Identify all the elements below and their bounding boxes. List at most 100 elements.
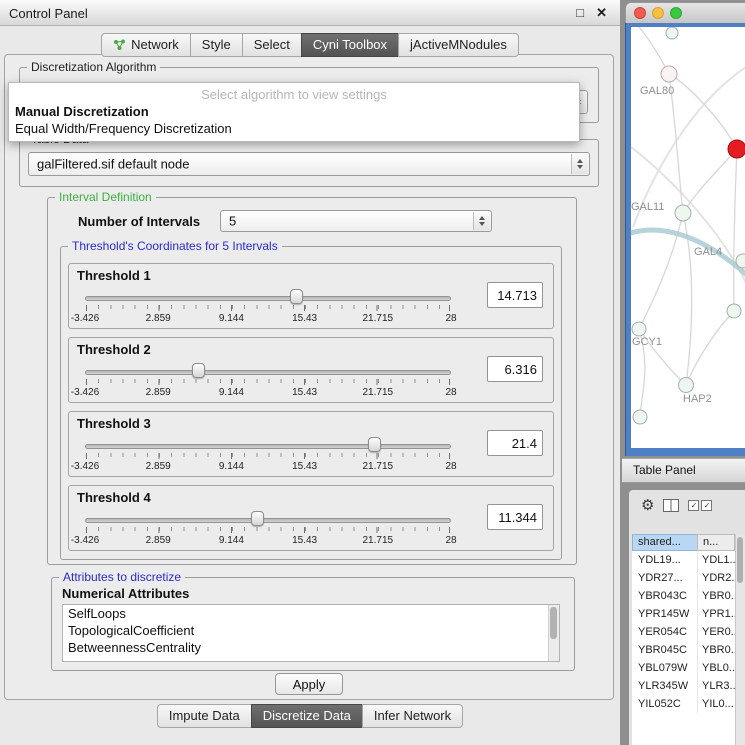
tab-cyni-toolbox[interactable]: Cyni Toolbox xyxy=(301,33,399,57)
table-cell[interactable]: YDL19... xyxy=(632,551,698,569)
network-node[interactable] xyxy=(679,378,694,393)
zoom-traffic-light[interactable] xyxy=(670,7,682,19)
threshold-4-slider[interactable]: -3.426 2.859 9.144 15.43 21.715 28 xyxy=(85,510,451,550)
gear-icon[interactable]: ⚙ xyxy=(641,498,654,513)
threshold-value-field[interactable]: 21.4 xyxy=(487,430,543,456)
table-cell[interactable]: YBL0... xyxy=(698,659,735,677)
table-cell[interactable]: YPR145W xyxy=(632,605,698,623)
table-scrollbar[interactable] xyxy=(735,534,745,745)
network-node[interactable] xyxy=(632,322,646,336)
scrollbar-thumb[interactable] xyxy=(550,607,557,639)
slider-thumb[interactable] xyxy=(251,511,264,526)
threshold-label: Threshold 2 xyxy=(77,342,151,357)
table-panel-window: ⚙ ✓ ✓ shared... n... YDL19... YDL1... YD… xyxy=(628,489,745,745)
threshold-value-field[interactable]: 14.713 xyxy=(487,282,543,308)
table-row[interactable]: YLR345W YLR3... xyxy=(632,677,735,695)
threshold-value-field[interactable]: 6.316 xyxy=(487,356,543,382)
list-scrollbar[interactable] xyxy=(548,605,559,661)
close-traffic-light[interactable] xyxy=(634,7,646,19)
table-panel-title: Table Panel xyxy=(622,459,696,482)
table-row[interactable]: YBR043C YBR0... xyxy=(632,587,735,605)
column-header-shared-name[interactable]: shared... xyxy=(632,534,698,551)
close-icon[interactable]: ✕ xyxy=(596,5,607,21)
threshold-1-slider[interactable]: -3.426 2.859 9.144 15.43 21.715 28 xyxy=(85,288,451,328)
column-header-name[interactable]: n... xyxy=(697,534,735,551)
table-cell[interactable]: YER0... xyxy=(698,623,735,641)
threshold-value-field[interactable]: 11.344 xyxy=(487,504,543,530)
tab-select[interactable]: Select xyxy=(242,33,302,57)
minimize-traffic-light[interactable] xyxy=(652,7,664,19)
table-cell[interactable]: YIL052C xyxy=(632,695,698,713)
slider-thumb[interactable] xyxy=(290,289,303,304)
table-row[interactable]: YBR045C YBR0... xyxy=(632,641,735,659)
number-of-intervals-select[interactable]: 5 xyxy=(220,210,492,232)
table-data-select[interactable]: galFiltered.sif default node xyxy=(28,152,590,176)
table-cell[interactable]: YBL079W xyxy=(632,659,698,677)
control-panel: Control Panel □ ✕ Network Style Select C… xyxy=(0,0,620,745)
network-node-selected[interactable] xyxy=(728,140,745,158)
table-cell[interactable]: YLR345W xyxy=(632,677,698,695)
network-canvas[interactable]: GAL80 GAL11 GAL4 GCY1 HAP2 xyxy=(631,27,745,448)
table-cell[interactable]: YER054C xyxy=(632,623,698,641)
network-node[interactable] xyxy=(675,205,691,221)
table-header-row: shared... n... xyxy=(632,534,735,551)
apply-button[interactable]: Apply xyxy=(275,673,343,695)
interval-definition-group: Interval Definition Number of Intervals … xyxy=(47,197,577,565)
dropdown-option-manual[interactable]: Manual Discretization xyxy=(9,103,579,120)
table-row[interactable]: YPR145W YPR1... xyxy=(632,605,735,623)
network-node[interactable] xyxy=(736,254,745,268)
table-cell[interactable]: YDL1... xyxy=(698,551,735,569)
network-node[interactable] xyxy=(661,66,677,82)
table-cell[interactable]: YIL0... xyxy=(698,695,735,713)
numerical-attributes-list[interactable]: SelfLoops TopologicalCoefficient Between… xyxy=(62,604,560,662)
checkbox-icon[interactable]: ✓ xyxy=(701,500,712,511)
table-row[interactable]: YBL079W YBL0... xyxy=(632,659,735,677)
network-node[interactable] xyxy=(666,27,678,39)
threshold-2-slider[interactable]: -3.426 2.859 9.144 15.43 21.715 28 xyxy=(85,362,451,402)
network-window-titlebar[interactable] xyxy=(625,2,745,23)
table-cell[interactable]: YDR2... xyxy=(698,569,735,587)
table-row[interactable]: YIL052C YIL0... xyxy=(632,695,735,713)
slider-scale: -3.426 2.859 9.144 15.43 21.715 28 xyxy=(85,461,451,473)
scale-label: 2.859 xyxy=(146,313,171,324)
scrollbar-thumb[interactable] xyxy=(737,537,743,583)
table-cell[interactable]: YBR045C xyxy=(632,641,698,659)
table-cell[interactable]: YBR0... xyxy=(698,587,735,605)
scale-label: 9.144 xyxy=(219,387,244,398)
slider-thumb[interactable] xyxy=(192,363,205,378)
dropdown-option-equal-width[interactable]: Equal Width/Frequency Discretization xyxy=(9,120,579,137)
scale-label: 21.715 xyxy=(363,313,394,324)
slider-track[interactable] xyxy=(85,518,451,523)
slider-track[interactable] xyxy=(85,370,451,375)
threshold-3-slider[interactable]: -3.426 2.859 9.144 15.43 21.715 28 xyxy=(85,436,451,476)
tab-network[interactable]: Network xyxy=(101,33,191,57)
tab-discretize-data[interactable]: Discretize Data xyxy=(251,704,363,728)
table-cell[interactable]: YBR0... xyxy=(698,641,735,659)
float-window-icon[interactable]: □ xyxy=(576,5,584,20)
network-node[interactable] xyxy=(633,410,647,424)
table-row[interactable]: YDR27... YDR2... xyxy=(632,569,735,587)
tab-infer-network[interactable]: Infer Network xyxy=(362,704,463,728)
network-node[interactable] xyxy=(727,304,741,318)
network-node-label: GAL11 xyxy=(631,201,664,213)
list-item[interactable]: TopologicalCoefficient xyxy=(63,622,559,639)
table-cell[interactable]: YBR043C xyxy=(632,587,698,605)
table-row[interactable]: YER054C YER0... xyxy=(632,623,735,641)
table-row[interactable]: YDL19... YDL1... xyxy=(632,551,735,569)
tab-style[interactable]: Style xyxy=(190,33,243,57)
columns-icon[interactable] xyxy=(663,499,679,512)
threshold-4-panel: Threshold 4 -3.426 2.859 9.144 15.43 21.… xyxy=(68,485,554,551)
table-cell[interactable]: YLR3... xyxy=(698,677,735,695)
tab-jactivemnodules[interactable]: jActiveMNodules xyxy=(398,33,519,57)
slider-track[interactable] xyxy=(85,296,451,301)
scale-label: 2.859 xyxy=(146,535,171,546)
table-cell[interactable]: YDR27... xyxy=(632,569,698,587)
slider-thumb[interactable] xyxy=(368,437,381,452)
slider-track[interactable] xyxy=(85,444,451,449)
checkbox-icon[interactable]: ✓ xyxy=(688,500,699,511)
scale-label: 28 xyxy=(445,387,456,398)
tab-impute-data[interactable]: Impute Data xyxy=(157,704,252,728)
table-cell[interactable]: YPR1... xyxy=(698,605,735,623)
list-item[interactable]: SelfLoops xyxy=(63,605,559,622)
list-item[interactable]: BetweennessCentrality xyxy=(63,639,559,656)
